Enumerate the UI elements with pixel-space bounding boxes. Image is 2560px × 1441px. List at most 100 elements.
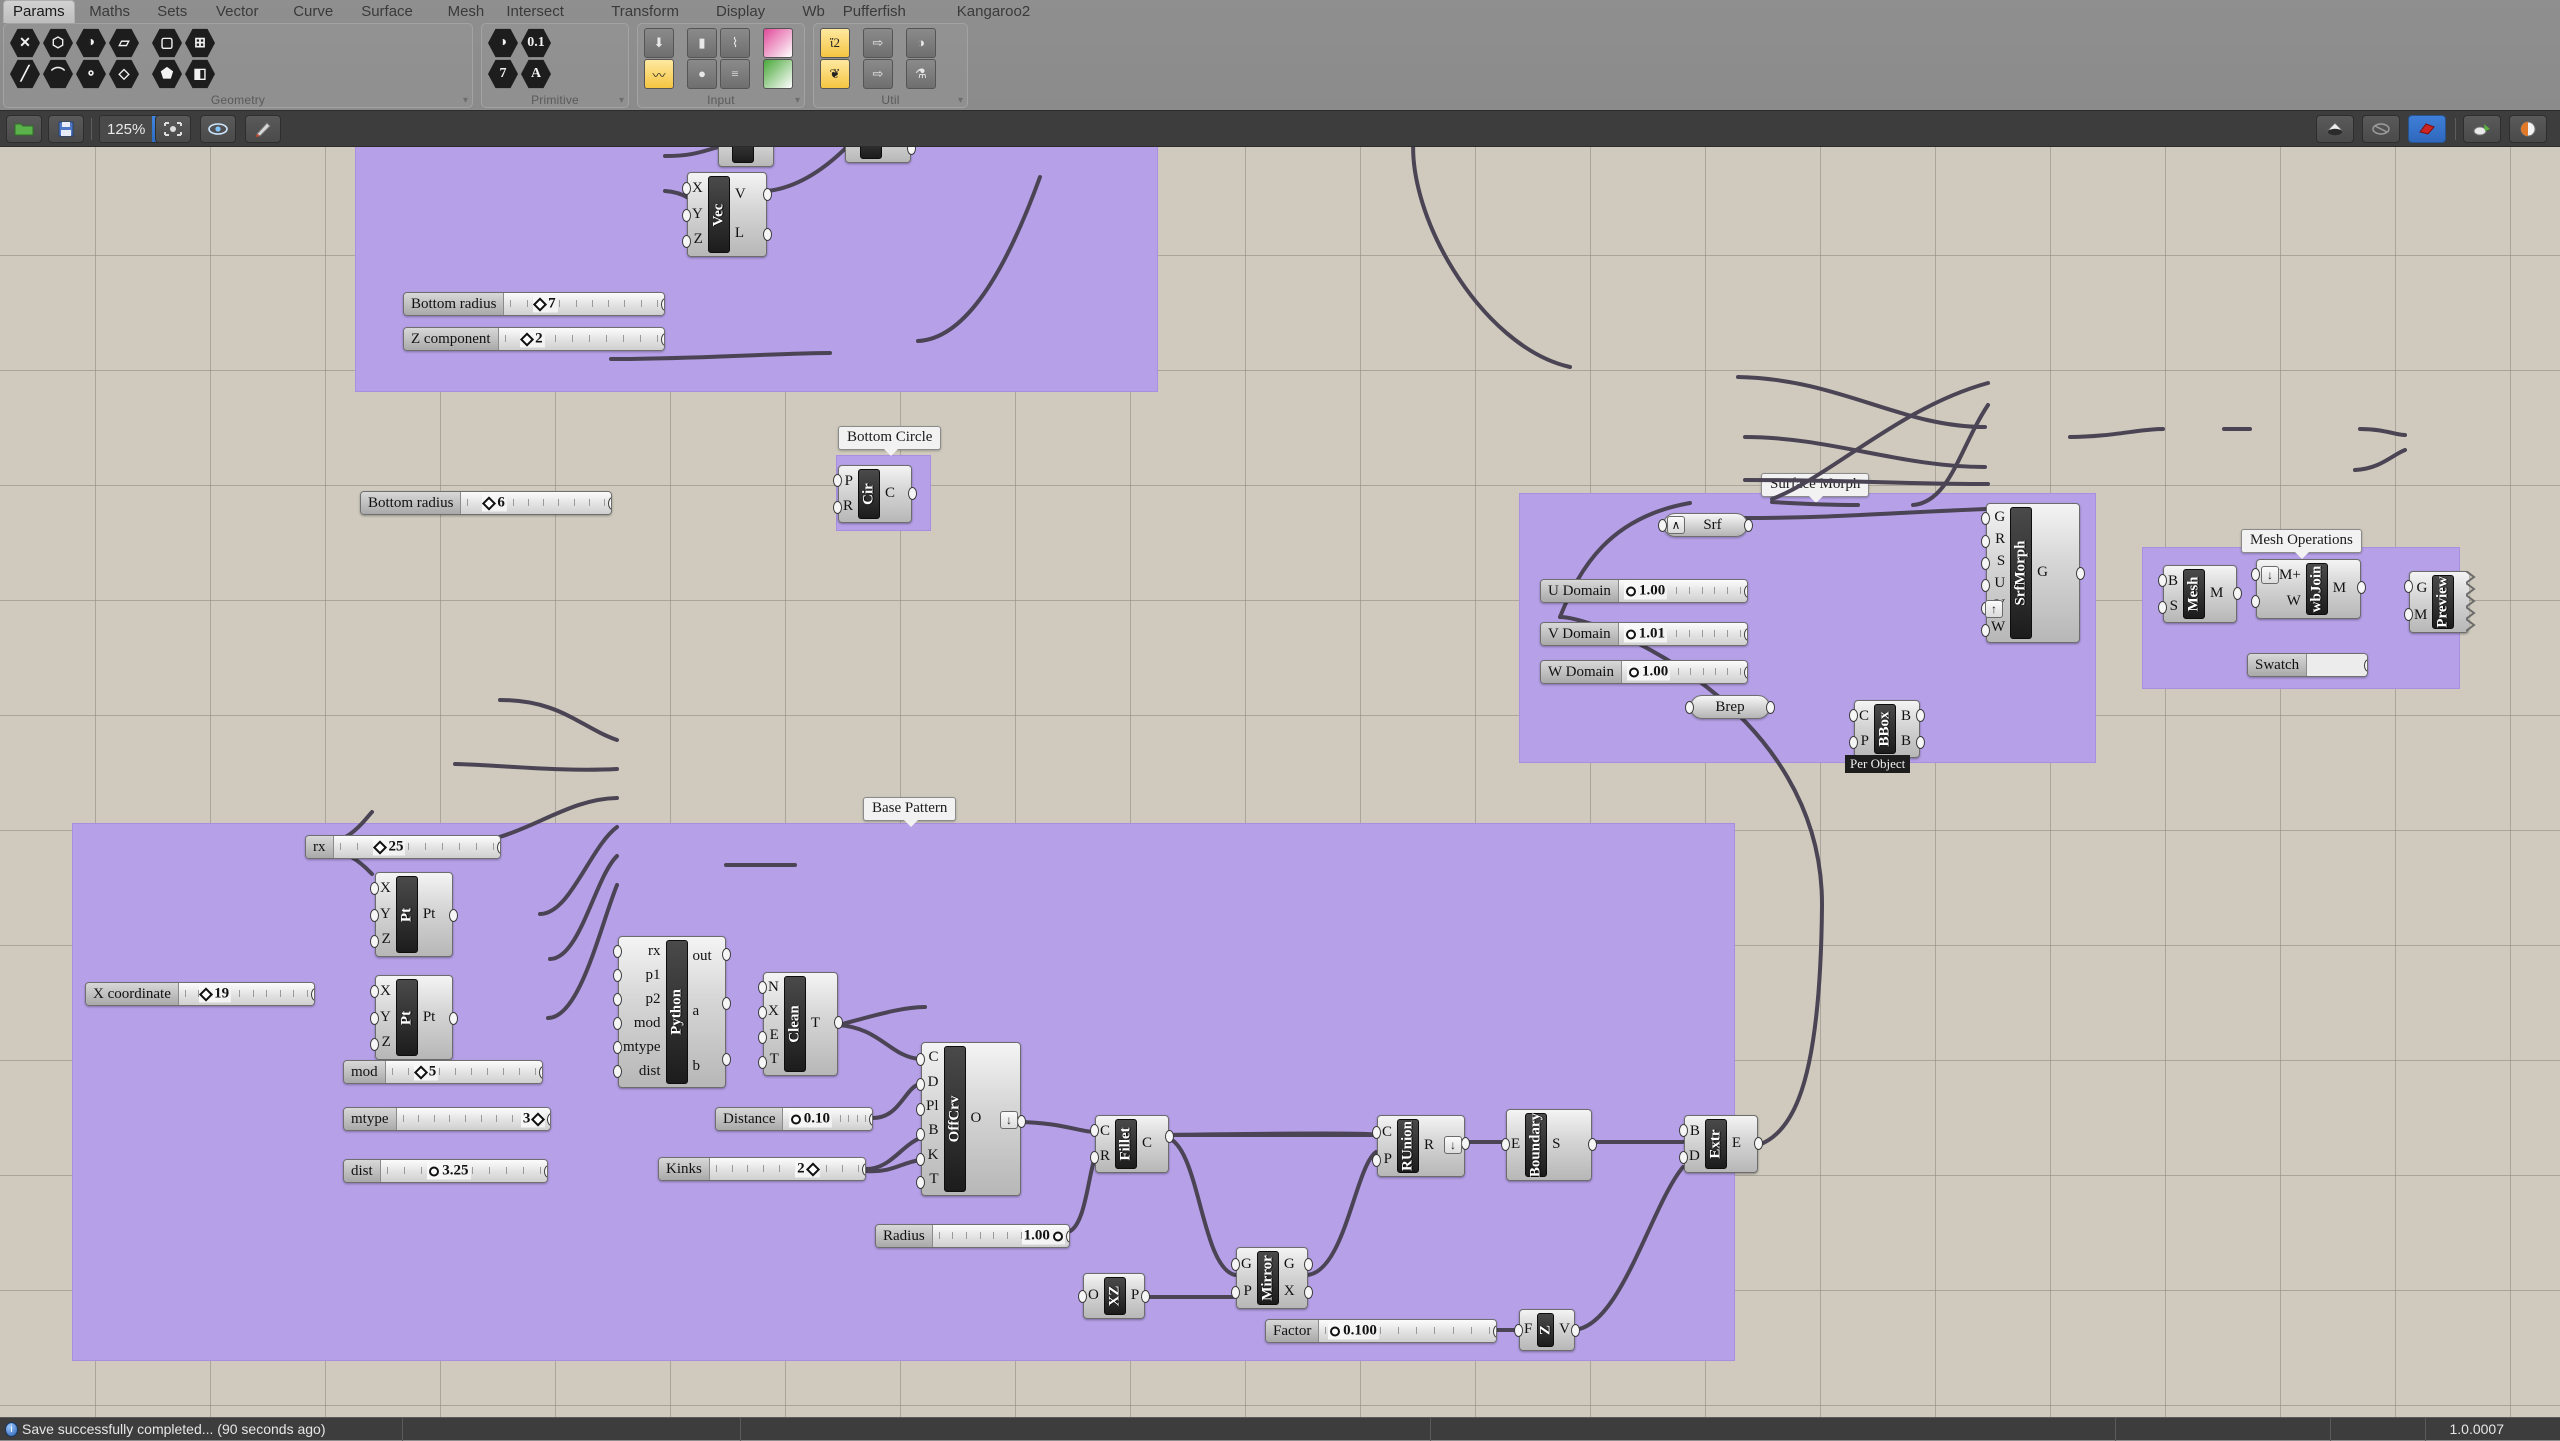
input-nub-p[interactable] [833,474,842,487]
component-clean[interactable]: NX ET Clean T [758,972,843,1076]
input-nub-c[interactable] [1090,1124,1099,1137]
bake-button[interactable] [245,115,281,143]
ribbon-tab-wb[interactable]: Wb [793,1,834,22]
component-point-1[interactable]: XYZ Pt Pt [370,872,458,957]
input-nub-s[interactable] [1981,557,1990,570]
input-nub-mtype[interactable] [613,1041,622,1054]
output-nub-t[interactable] [834,1016,843,1029]
ribbon-icon-util-1-6[interactable]: ❦ [820,59,850,89]
output-nub-v[interactable] [763,188,772,201]
slider-distance[interactable]: Distance 0.10 [715,1107,873,1131]
ribbon-tab-kangaroo2[interactable]: Kangaroo2 [948,1,1039,22]
input-nub-x[interactable] [758,1006,767,1019]
ribbon-tab-mesh[interactable]: Mesh [439,1,494,22]
ribbon-icon-geometry-0-6[interactable]: ✕ [10,28,40,58]
ribbon-icon-primitive-1-6[interactable]: 7 [488,59,518,89]
input-nub-d[interactable] [1679,1151,1688,1164]
graft-flag-icon[interactable]: ↑ [1985,600,2003,618]
ribbon-tab-surface[interactable]: Surface [352,1,422,22]
ribbon-tab-display[interactable]: Display [707,1,774,22]
slider-mtype[interactable]: mtype 3 [343,1107,551,1131]
input-nub-d[interactable] [916,1078,925,1091]
param-brep[interactable]: Brep [1685,695,1775,719]
input-nub-b[interactable] [2158,574,2167,587]
input-nub-b[interactable] [916,1128,925,1141]
output-nub[interactable] [869,1113,872,1126]
ribbon-icon-input-0-6[interactable]: ⬇ [644,28,674,58]
panel-expand-arrow-icon[interactable]: ▾ [619,95,624,106]
ribbon-tab-pufferfish[interactable]: Pufferfish [834,1,915,22]
component-boundary[interactable]: E Boundary S [1501,1109,1597,1181]
input-nub-t[interactable] [758,1056,767,1069]
preview-eye-button[interactable] [200,115,236,143]
output-nub[interactable] [1766,701,1775,714]
ribbon-icon-geometry-1-39[interactable]: ⌒ [43,59,73,89]
component-circle[interactable]: PR Cir C [833,465,917,523]
output-nub[interactable] [862,1163,865,1176]
ribbon-icon-geometry-0-105[interactable]: ▱ [109,28,139,58]
ribbon-icon-geometry-0-72[interactable]: ◑ [76,28,106,58]
slider-track[interactable]: 6 [461,492,611,514]
flatten-flag-icon[interactable]: ↓ [1444,1136,1462,1154]
ribbon-tab-intersect[interactable]: Intersect [497,1,573,22]
preview-colour-button-2[interactable] [2509,115,2547,143]
input-nub-g[interactable] [1231,1258,1240,1271]
output-nub-m[interactable] [2357,581,2366,594]
component-runion[interactable]: CP RUnion R ↓ [1372,1115,1470,1177]
panel-expand-arrow-icon[interactable]: ▾ [795,95,800,106]
input-nub-c[interactable] [916,1053,925,1066]
output-nub[interactable] [539,1066,542,1079]
output-nub-pt[interactable] [449,909,458,922]
input-nub-c[interactable] [1372,1126,1381,1139]
output-nub-g[interactable] [1304,1258,1313,1271]
flatten-flag-icon[interactable]: ↓ [2261,566,2279,584]
slider-track[interactable]: 5 [385,1061,542,1083]
ribbon-tab-transform[interactable]: Transform [602,1,688,22]
input-nub-f[interactable] [1514,1324,1523,1337]
ribbon-icon-util-0-6[interactable]: ἵ2 [820,28,850,58]
output-nub-v[interactable] [1571,1324,1580,1337]
slider-track[interactable]: 1.00 [932,1225,1069,1247]
ribbon-icon-geometry-0-181[interactable]: ⊞ [185,28,215,58]
output-nub-out[interactable] [722,948,731,961]
output-nub[interactable] [2364,659,2368,672]
component-offcrv[interactable]: CD Pl B KT OffCrv O ↓ [916,1042,1026,1196]
input-nub-y[interactable] [370,909,379,922]
ribbon-icon-input-0-49[interactable]: ▮ [687,28,717,58]
slider-rx[interactable]: rx 25 [305,835,501,859]
slider-factor[interactable]: Factor 0.100 [1265,1319,1497,1343]
input-nub-e[interactable] [1501,1138,1510,1151]
input-nub-x[interactable] [682,182,691,195]
swatch-colour[interactable] [2307,654,2368,676]
graph-canvas[interactable]: Bottom Circle Surface Morph Mesh Operati… [0,147,2560,1417]
input-nub-x[interactable] [370,985,379,998]
ribbon-icon-geometry-0-39[interactable]: ⬡ [43,28,73,58]
output-nub-p[interactable] [1141,1290,1150,1303]
slider-track[interactable]: 0.100 [1319,1320,1496,1342]
input-nub-x[interactable] [370,882,379,895]
save-button[interactable] [48,115,84,143]
ribbon-icon-util-0-92[interactable]: ◑ [906,28,936,58]
slider-track[interactable]: 19 [178,983,314,1005]
input-nub-pl[interactable] [916,1103,925,1116]
output-nub[interactable] [1493,1325,1496,1338]
draw-icons-button[interactable] [2463,115,2501,143]
output-nub[interactable] [661,333,664,346]
component-srfmorph[interactable]: GR SU VW SrfMorph G ↑ [1981,503,2085,643]
input-nub-z[interactable] [370,935,379,948]
slider-track[interactable]: 0.10 [783,1108,872,1130]
input-nub-g[interactable] [2404,580,2413,593]
ribbon-tab-vector[interactable]: Vector [207,1,268,22]
input-nub-y[interactable] [370,1012,379,1025]
slider-bottom-radius-6[interactable]: Bottom radius 6 [360,491,612,515]
output-nub[interactable] [1744,666,1747,679]
input-nub-z[interactable] [370,1038,379,1051]
output-nub-g[interactable] [2076,567,2085,580]
panel-expand-arrow-icon[interactable]: ▾ [463,95,468,106]
input-nub-p2[interactable] [613,993,622,1006]
output-nub-x[interactable] [1304,1286,1313,1299]
flatten-flag-icon[interactable]: ↓ [1000,1111,1018,1129]
component-extrude[interactable]: BD Extr E [1679,1115,1763,1173]
preview-shaded-button[interactable] [2316,115,2354,143]
output-nub[interactable] [1744,628,1747,641]
